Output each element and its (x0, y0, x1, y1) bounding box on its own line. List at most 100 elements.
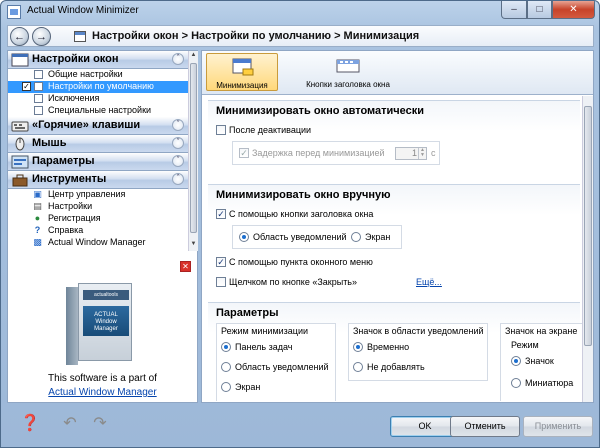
close-button[interactable]: ✕ (552, 1, 595, 19)
delay-box: ✓ Задержка перед минимизацией 1 ▲ ▼ с (232, 141, 440, 165)
radio-dot (511, 356, 521, 366)
cancel-button[interactable]: Отменить (450, 416, 520, 437)
tree-scrollbar[interactable]: ▲ ▼ (188, 51, 198, 251)
radio-mode-taskbar[interactable]: Панель задач (221, 342, 292, 352)
stepper-arrows-icon[interactable]: ▲ ▼ (418, 148, 426, 159)
tree-item-registration[interactable]: ● Регистрация (8, 213, 188, 225)
tree-item-control-center[interactable]: ▣ Центр управления (8, 189, 188, 201)
settings-page-icon: ▤ (33, 201, 42, 211)
checkbox-box (216, 277, 226, 287)
radio-screen[interactable]: Экран (351, 232, 390, 242)
back-button[interactable]: ← (10, 27, 29, 46)
radio-label: Не добавлять (367, 362, 425, 372)
maximize-button[interactable]: □ (527, 1, 552, 19)
mode-group: Режим минимизации Панель задач Область у… (216, 323, 336, 401)
close-icon: ✕ (569, 4, 578, 15)
app-icon (7, 5, 21, 19)
checkbox-box: ✓ (216, 209, 226, 219)
box-brand: actualtools (83, 290, 129, 300)
tray-icon-group: Значок в области уведомлений Временно Не… (348, 323, 488, 381)
promo-text: This software is a part of (48, 373, 157, 384)
section-title: Минимизировать окно вручную (216, 189, 391, 201)
app-window: Actual Window Minimizer – □ ✕ ← → Настро… (0, 0, 600, 448)
tree-item-settings[interactable]: ▤ Настройки (8, 201, 188, 213)
mode-title: Режим минимизации (221, 326, 309, 336)
tree-item-exclusions[interactable]: Исключения (8, 93, 188, 105)
radio-tray-none[interactable]: Не добавлять (353, 362, 425, 372)
group-mouse[interactable]: Мышь ˇ (8, 135, 188, 153)
radio-tray[interactable]: Область уведомлений (239, 232, 347, 242)
breadcrumb: Настройки окон > Настройки по умолчанию … (92, 30, 420, 42)
chevron-down-icon[interactable]: ˇ (172, 137, 184, 149)
tree-item-label: Настройки по умолчанию (48, 81, 154, 91)
forward-button[interactable]: → (32, 27, 51, 46)
box-front: actualtools ACTUAL Window Manager (78, 283, 132, 361)
radio-mode-tray[interactable]: Область уведомлений (221, 362, 329, 372)
radio-dot (221, 382, 231, 392)
undo-icon[interactable]: ↶ (59, 413, 81, 435)
tree-item-label: Исключения (48, 93, 100, 103)
radio-screen-icon[interactable]: Значок (511, 356, 554, 366)
tab-minimization[interactable]: Минимизация (206, 53, 278, 91)
group-tools[interactable]: Инструменты ˆ (8, 171, 188, 189)
content-scrollbar[interactable] (582, 96, 593, 402)
after-deactivation-checkbox[interactable]: После деактивации (216, 125, 311, 135)
control-center-icon: ▣ (33, 189, 42, 199)
help-question-icon[interactable]: ❓ (19, 413, 41, 435)
title-button-checkbox[interactable]: ✓ С помощью кнопки заголовка окна (216, 209, 373, 219)
tree-item-help[interactable]: ? Справка (8, 225, 188, 237)
group-parameters[interactable]: Параметры ˇ (8, 153, 188, 171)
section-auto-minimize: Минимизировать окно автоматически После … (208, 100, 580, 180)
delay-checkbox[interactable]: ✓ Задержка перед минимизацией (239, 148, 385, 158)
tab-label: Кнопки заголовка окна (306, 80, 390, 89)
section-parameters: Параметры Режим минимизации Панель задач… (208, 302, 582, 402)
tree-item-defaults[interactable]: ✓ Настройки по умолчанию (8, 81, 188, 93)
maximize-icon: □ (536, 4, 543, 15)
radio-dot (511, 378, 521, 388)
tree-item-general[interactable]: Общие настройки (8, 69, 188, 81)
promo-panel: ✕ actualtools ACTUAL Window Manager This … (8, 259, 197, 403)
chevron-down-icon[interactable]: ˇ (172, 119, 184, 131)
scrollbar-thumb[interactable] (190, 63, 197, 233)
tab-label: Минимизация (216, 81, 268, 90)
radio-label: Область уведомлений (235, 362, 329, 372)
tree-item-actual-window-manager[interactable]: ▩ Actual Window Manager (8, 237, 188, 249)
scroll-down-icon[interactable]: ▼ (190, 241, 197, 249)
radio-dot (221, 362, 231, 372)
more-link[interactable]: Ещё... (416, 277, 442, 287)
radio-mode-screen[interactable]: Экран (221, 382, 260, 392)
promo-close-icon[interactable]: ✕ (180, 261, 191, 272)
radio-dot (351, 232, 361, 242)
radio-tray-temp[interactable]: Временно (353, 342, 409, 352)
screen-icon-group: Значок на экране Режим Значок Миниатюра (500, 323, 582, 401)
minimize-button[interactable]: – (501, 1, 527, 19)
scrollbar-thumb[interactable] (584, 106, 592, 346)
tree-item-special[interactable]: Специальные настройки (8, 105, 188, 117)
scroll-up-icon[interactable]: ▲ (190, 52, 197, 60)
group-window-settings[interactable]: Настройки окон ˆ (8, 51, 188, 69)
chevron-down-icon[interactable]: ˇ (172, 155, 184, 167)
apply-button[interactable]: Применить (523, 416, 593, 437)
group-label: Мышь (32, 137, 67, 149)
delay-unit: с (431, 148, 436, 158)
chevron-up-icon[interactable]: ˆ (172, 173, 184, 185)
close-click-checkbox[interactable]: Щелчком по кнопке «Закрыть» (216, 277, 357, 287)
window-manager-icon: ▩ (33, 237, 42, 247)
mouse-icon (15, 137, 25, 151)
radio-screen-thumb[interactable]: Миниатюра (511, 378, 573, 388)
checkmark-icon: ✓ (22, 82, 31, 91)
chevron-up-icon[interactable]: ˆ (172, 53, 184, 65)
promo-link[interactable]: Actual Window Manager (8, 387, 197, 398)
tab-title-buttons[interactable]: Кнопки заголовка окна (298, 53, 398, 91)
window-settings-group-icon (11, 53, 29, 67)
redo-icon[interactable]: ↷ (89, 413, 111, 435)
delay-stepper[interactable]: 1 ▲ ▼ (395, 147, 427, 160)
checkbox-box (216, 125, 226, 135)
checkbox-label: С помощью кнопки заголовка окна (229, 209, 374, 219)
tree-item-label: Центр управления (48, 189, 126, 199)
title-bar[interactable]: Actual Window Minimizer – □ ✕ (1, 1, 599, 23)
settings-icon (11, 155, 29, 169)
group-hotkeys[interactable]: «Горячие» клавиши ˇ (8, 117, 188, 135)
page-icon (34, 70, 43, 79)
window-menu-checkbox[interactable]: ✓ С помощью пункта оконного меню (216, 257, 373, 267)
